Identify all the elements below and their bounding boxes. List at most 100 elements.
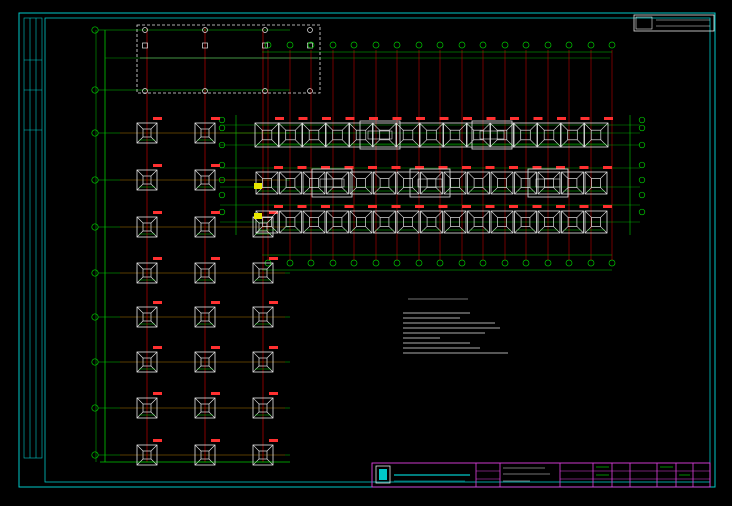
footing-slope [442, 122, 451, 131]
footing-tag [485, 166, 495, 169]
footing-slope [482, 171, 490, 179]
grid-bubble [638, 124, 646, 132]
footing-slope [420, 226, 428, 234]
footing [443, 205, 471, 234]
footing-slope [561, 210, 569, 218]
footing [252, 346, 278, 373]
footing-slope [442, 139, 451, 148]
footing [194, 346, 220, 373]
footing-tag [321, 166, 330, 169]
grid-bubble [415, 41, 423, 49]
footing-slope [513, 139, 521, 148]
footing-slope [482, 187, 490, 195]
footing-slope [489, 122, 498, 131]
footing-tag [153, 301, 162, 304]
footing-slope [266, 306, 274, 314]
footing-slope [318, 226, 326, 234]
footing-slope [514, 171, 522, 179]
grid-bubble [436, 259, 444, 267]
footing-pedestal [379, 178, 390, 188]
grid-bubble [638, 161, 646, 169]
footing-slope [254, 122, 263, 131]
footing-slope [560, 139, 568, 148]
footing-slope [348, 139, 357, 148]
footing-slope [537, 187, 545, 195]
footing-tag [153, 257, 162, 260]
footing [396, 166, 424, 195]
footing-slope [482, 226, 490, 234]
footing-tag [485, 205, 495, 208]
footing-slope [576, 226, 584, 234]
footing-slope [420, 171, 428, 179]
footing [442, 117, 472, 148]
footing-slope [318, 171, 326, 179]
footing-slope [530, 139, 538, 148]
footing [194, 439, 220, 466]
footing-layer [136, 117, 613, 466]
footing-slope [279, 187, 287, 195]
footing-tag [211, 164, 220, 167]
footing-pedestal [319, 178, 345, 188]
footing-pedestal [496, 129, 508, 141]
footing-tag [510, 117, 519, 120]
grid-bubble [91, 86, 99, 94]
footing-slope [560, 122, 568, 131]
footing-slope [194, 306, 202, 314]
footing [279, 205, 307, 234]
grid-bubble [307, 259, 315, 267]
footing-slope [489, 139, 498, 148]
grid-bubble [565, 259, 573, 267]
footing [136, 439, 162, 466]
grid-bubble [608, 259, 616, 267]
footing-slope [412, 187, 420, 195]
footing [194, 211, 220, 238]
footing-slope [600, 187, 608, 195]
footing [136, 346, 162, 373]
footing [278, 117, 308, 148]
footing-slope [325, 122, 333, 131]
footing [584, 166, 612, 195]
footing [136, 301, 162, 328]
footing-slope [365, 171, 373, 179]
footing-tag [275, 117, 284, 120]
grid-bubble [91, 404, 99, 412]
grid-bubble [350, 41, 358, 49]
footing-tag [321, 205, 330, 208]
footing-tag [415, 205, 424, 208]
footing-pedestal [308, 129, 320, 141]
grid-bubble [218, 124, 226, 132]
footing-tag [211, 439, 220, 442]
footing-pedestal [355, 129, 367, 141]
grid-bubble [522, 259, 530, 267]
footing-slope [373, 187, 381, 195]
footing [490, 166, 518, 195]
footing [537, 166, 565, 195]
footing [325, 117, 355, 148]
footing-slope [208, 216, 216, 224]
footing-slope [208, 306, 216, 314]
grid-bubble [479, 41, 487, 49]
footing-slope [271, 187, 279, 195]
footing [136, 392, 162, 419]
footing-slope [365, 210, 373, 218]
footing-slope [341, 210, 349, 218]
footing-slope [252, 306, 260, 314]
footing-slope [600, 210, 608, 218]
footing-slope [194, 169, 202, 177]
grid-bubble [565, 41, 573, 49]
footing [513, 117, 543, 148]
footing-tag [438, 166, 448, 169]
footing [194, 164, 220, 191]
footing-slope [150, 262, 158, 270]
footing-tag [153, 392, 162, 395]
footing-slope [490, 210, 498, 218]
revision-stamp [633, 14, 715, 32]
footing-slope [506, 171, 514, 179]
footing-pedestal [261, 129, 273, 141]
grid-bubble [218, 208, 226, 216]
footing-slope [294, 171, 302, 179]
footing-slope [536, 122, 545, 131]
footing-slope [150, 397, 158, 405]
footing-pedestal [520, 129, 531, 141]
footing [443, 166, 471, 195]
